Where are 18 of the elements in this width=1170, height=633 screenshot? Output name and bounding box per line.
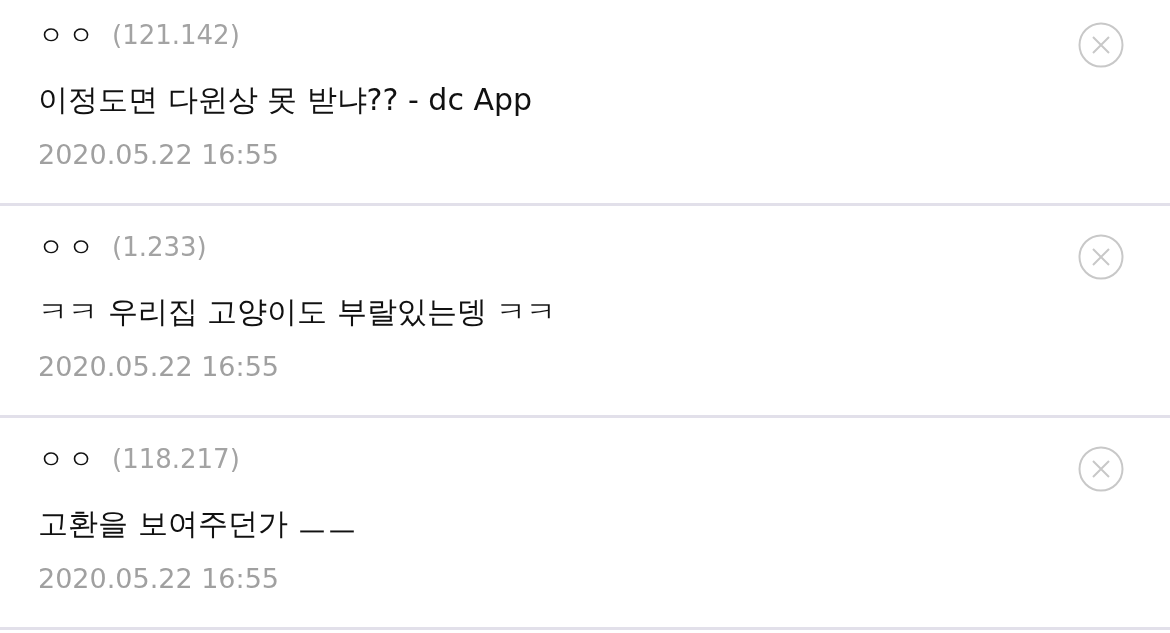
close-icon xyxy=(1078,22,1124,68)
comment-author: ㅇㅇ xyxy=(38,442,98,476)
comment-ip: (118.217) xyxy=(112,444,240,474)
comment-author: ㅇㅇ xyxy=(38,18,98,52)
comment-ip: (1.233) xyxy=(112,232,207,262)
comment-text: 이정도면 다윈상 못 받냐?? - dc App xyxy=(38,81,534,119)
comment-date: 2020.05.22 16:55 xyxy=(38,138,280,172)
comment-text: 고환을 보여주던가 ㅡㅡ xyxy=(38,505,359,543)
delete-button[interactable] xyxy=(1078,234,1124,280)
comment-text: ㅋㅋ 우리집 고양이도 부랄있는뎅 ㅋㅋ xyxy=(38,293,558,331)
close-icon xyxy=(1078,234,1124,280)
delete-button[interactable] xyxy=(1078,446,1124,492)
comment-date: 2020.05.22 16:55 xyxy=(38,562,280,596)
delete-button[interactable] xyxy=(1078,22,1124,68)
comment-ip: (121.142) xyxy=(112,20,240,50)
comment-author: ㅇㅇ xyxy=(38,230,98,264)
close-icon xyxy=(1078,446,1124,492)
comment-date: 2020.05.22 16:55 xyxy=(38,350,280,384)
